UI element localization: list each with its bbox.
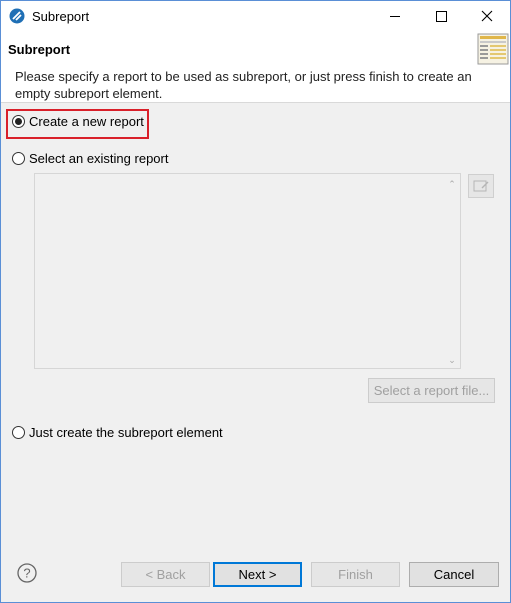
existing-report-list (34, 173, 461, 369)
help-icon[interactable]: ? (17, 563, 37, 583)
radio-label-just-create: Just create the subreport element (29, 425, 223, 440)
svg-text:?: ? (23, 566, 30, 581)
window-title: Subreport (32, 9, 90, 24)
radio-label-create-new: Create a new report (29, 114, 144, 129)
browse-icon (473, 180, 489, 192)
subreport-dialog: Subreport Subreport Please specify a rep… (0, 0, 511, 603)
cancel-button[interactable]: Cancel (409, 562, 499, 587)
radio-button[interactable] (12, 426, 25, 439)
radio-just-create[interactable]: Just create the subreport element (12, 425, 223, 440)
close-button[interactable] (464, 1, 510, 31)
radio-dot (15, 118, 22, 125)
scroll-up-icon: ⌃ (448, 178, 456, 189)
browse-button (468, 174, 494, 198)
wizard-icon (477, 33, 509, 65)
finish-button: Finish (311, 562, 400, 587)
wizard-header: Subreport Please specify a report to be … (1, 31, 510, 103)
maximize-button[interactable] (418, 1, 464, 31)
minimize-icon (390, 15, 400, 17)
maximize-icon (435, 10, 447, 22)
next-button[interactable]: Next > (213, 562, 302, 587)
title-bar: Subreport (1, 1, 510, 31)
radio-create-new[interactable]: Create a new report (12, 114, 144, 129)
page-description: Please specify a report to be used as su… (15, 69, 472, 101)
radio-select-existing[interactable]: Select an existing report (12, 151, 168, 166)
app-icon (9, 8, 25, 24)
scroll-down-icon: ⌄ (448, 354, 456, 365)
page-title: Subreport (8, 42, 71, 57)
select-report-file-button: Select a report file... (368, 378, 495, 403)
minimize-button[interactable] (372, 1, 418, 31)
radio-label-select-existing: Select an existing report (29, 151, 169, 166)
radio-button[interactable] (12, 152, 25, 165)
radio-button-checked[interactable] (12, 115, 25, 128)
back-button: < Back (121, 562, 210, 587)
close-icon (481, 10, 493, 22)
